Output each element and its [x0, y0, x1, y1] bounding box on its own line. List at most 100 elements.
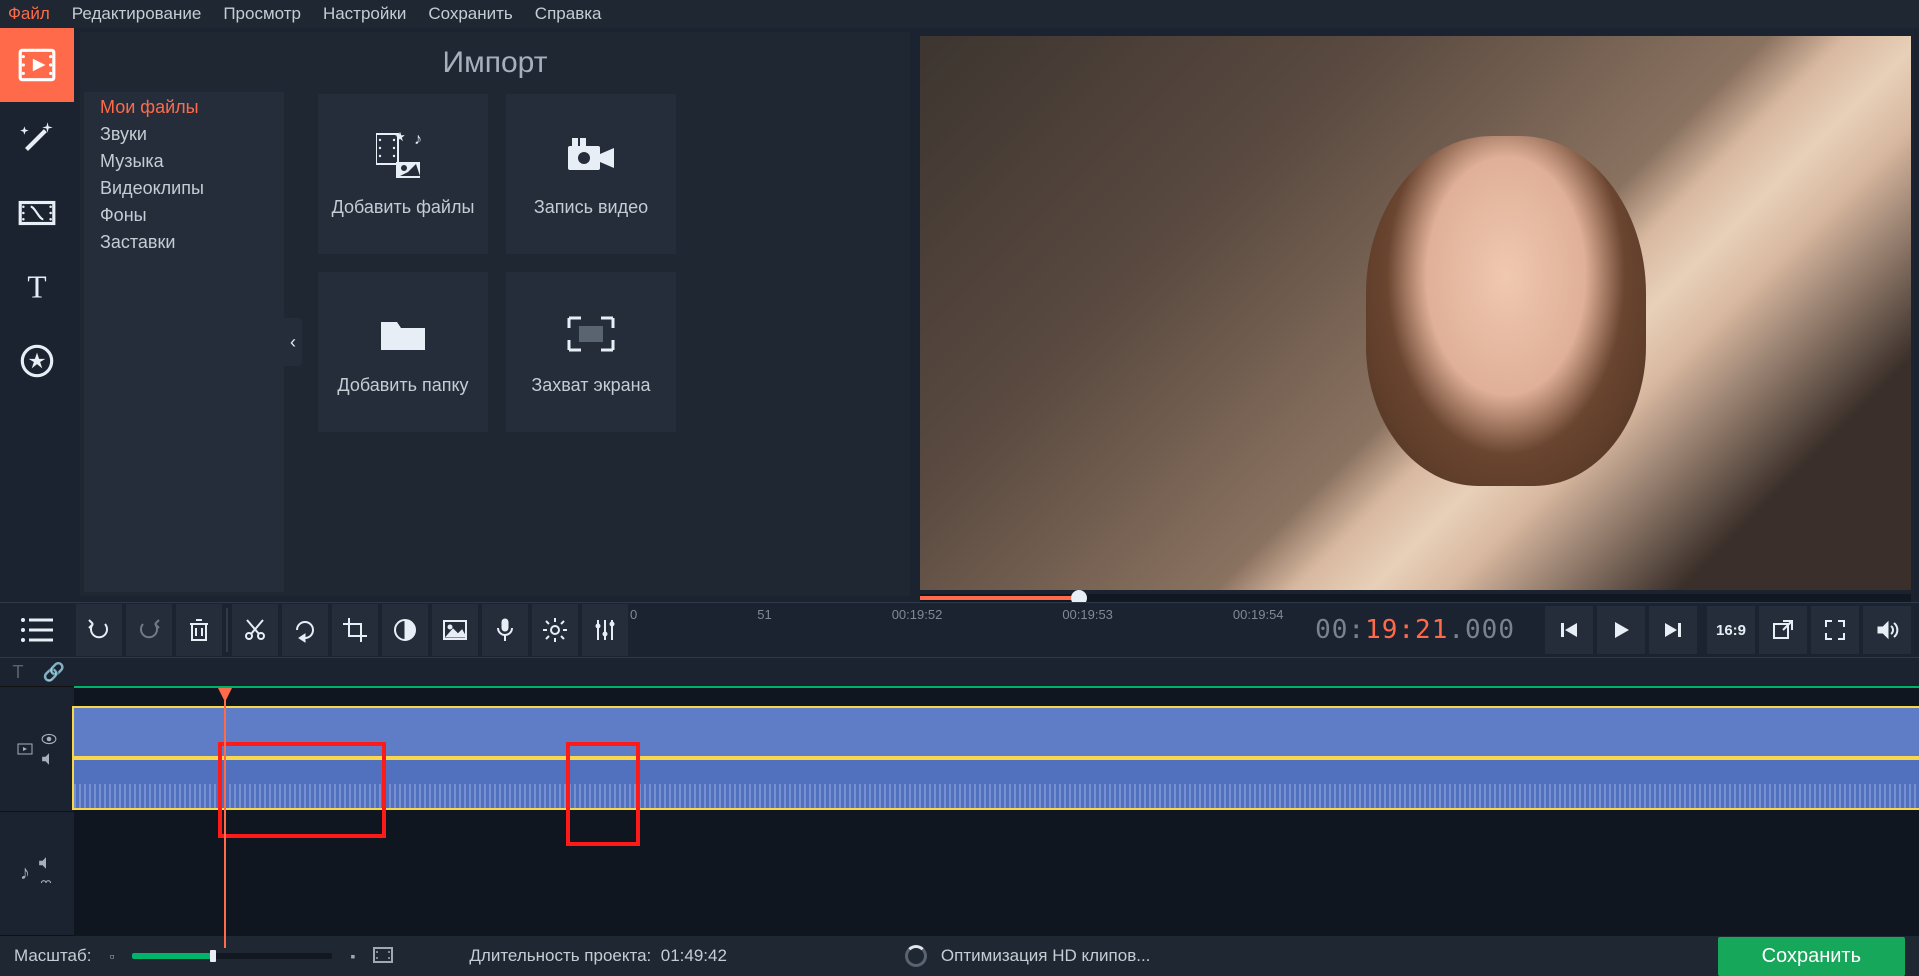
popout-button[interactable] [1759, 606, 1807, 654]
ruler-tick: 00:19:53 [1062, 607, 1113, 622]
sidebar-item-myfiles[interactable]: Мои файлы [84, 94, 284, 121]
color-button[interactable] [382, 604, 428, 656]
zoom-slider[interactable] [132, 953, 332, 959]
delete-button[interactable] [176, 604, 222, 656]
audio-track-head[interactable]: ♪ [0, 812, 74, 937]
zoom-fit-icon[interactable] [373, 947, 393, 966]
crop-icon [341, 616, 369, 644]
volume-button[interactable] [1863, 606, 1911, 654]
sidebar-item-music[interactable]: Музыка [84, 148, 284, 175]
settings-clip-button[interactable] [532, 604, 578, 656]
ruler-tick: 00:19:54 [1233, 607, 1284, 622]
import-panel: Импорт Мои файлы Звуки Музыка Видеоклипы… [80, 32, 910, 596]
tool-import[interactable] [0, 28, 74, 102]
card-add-folder[interactable]: Добавить папку [318, 272, 488, 432]
speaker-icon[interactable] [41, 751, 57, 767]
preview-video[interactable] [920, 36, 1911, 590]
sidebar-item-backgrounds[interactable]: Фоны [84, 202, 284, 229]
menu-view[interactable]: Просмотр [223, 4, 301, 24]
mic-button[interactable] [482, 604, 528, 656]
ruler-tick: 51 [757, 607, 771, 622]
aspect-label: 16:9 [1716, 622, 1746, 639]
ruler-tick: 0 [630, 607, 637, 622]
timeline-toolbar: 0 51 00:19:52 00:19:53 00:19:54 00:19:55… [0, 602, 1919, 658]
annotation-box-1 [218, 742, 386, 838]
sticker-icon [16, 340, 58, 382]
undo-button[interactable] [76, 604, 122, 656]
spinner-icon [905, 945, 927, 967]
aspect-button[interactable]: 16:9 [1707, 606, 1755, 654]
image-button[interactable] [432, 604, 478, 656]
prev-button[interactable] [1545, 606, 1593, 654]
optimize-label: Оптимизация HD клипов... [941, 946, 1151, 966]
next-button[interactable] [1649, 606, 1697, 654]
menu-settings[interactable]: Настройки [323, 4, 406, 24]
import-sidebar: Мои файлы Звуки Музыка Видеоклипы Фоны З… [84, 92, 284, 592]
menu-bar: Файл Редактирование Просмотр Настройки С… [0, 0, 1919, 28]
tool-effects[interactable] [0, 102, 74, 176]
card-record-video[interactable]: Запись видео [506, 94, 676, 254]
save-button[interactable]: Сохранить [1718, 937, 1905, 976]
trash-icon [185, 616, 213, 644]
svg-text:♪: ♪ [414, 132, 422, 148]
card-add-files-label: Добавить файлы [332, 196, 475, 219]
eye-icon[interactable] [41, 731, 57, 747]
contrast-icon [391, 616, 419, 644]
menu-edit[interactable]: Редактирование [72, 4, 202, 24]
transition-icon [16, 192, 58, 234]
card-add-files[interactable]: ♪ Добавить файлы [318, 94, 488, 254]
music-note-icon: ♪ [20, 862, 30, 885]
sidebar-item-clips[interactable]: Видеоклипы [84, 175, 284, 202]
card-screen-capture-label: Захват экрана [531, 374, 650, 397]
skip-back-icon [1559, 620, 1579, 640]
tool-transitions[interactable] [0, 176, 74, 250]
tracks-canvas[interactable] [74, 686, 1919, 936]
playhead[interactable] [224, 688, 226, 948]
redo-button[interactable] [126, 604, 172, 656]
optimize-status: Оптимизация HD клипов... [905, 945, 1151, 967]
timeline-list-toggle[interactable] [0, 604, 74, 656]
rotate-button[interactable] [282, 604, 328, 656]
crop-button[interactable] [332, 604, 378, 656]
svg-text:T: T [27, 270, 46, 305]
transport-controls [1545, 606, 1697, 654]
tool-stickers[interactable] [0, 324, 74, 398]
speaker-icon[interactable] [38, 855, 54, 871]
menu-file[interactable]: Файл [8, 4, 50, 24]
link-small-icon[interactable] [38, 875, 54, 891]
import-title: Импорт [80, 32, 910, 88]
preview-seekbar[interactable] [920, 594, 1911, 602]
title-track-icon: T [0, 662, 36, 683]
cut-button[interactable] [232, 604, 278, 656]
track-link-row: T 🔗 [0, 658, 1919, 686]
play-icon [1611, 620, 1631, 640]
sidebar-collapse[interactable]: ‹ [284, 318, 302, 366]
text-icon: T [16, 266, 58, 308]
tool-titles[interactable]: T [0, 250, 74, 324]
zoom-knob[interactable] [210, 950, 216, 962]
gear-icon [541, 616, 569, 644]
folder-icon [379, 306, 427, 362]
fullscreen-button[interactable] [1811, 606, 1859, 654]
play-button[interactable] [1597, 606, 1645, 654]
zoom-in-icon[interactable]: ▪ [350, 948, 355, 964]
menu-save[interactable]: Сохранить [428, 4, 512, 24]
scissors-icon [241, 616, 269, 644]
card-screen-capture[interactable]: Захват экрана [506, 272, 676, 432]
sidebar-item-sounds[interactable]: Звуки [84, 121, 284, 148]
add-files-icon: ♪ [376, 128, 430, 184]
redo-icon [135, 616, 163, 644]
timeline-ruler[interactable]: 0 51 00:19:52 00:19:53 00:19:54 00:19:55 [630, 603, 1285, 657]
menu-help[interactable]: Справка [535, 4, 602, 24]
card-record-video-label: Запись видео [534, 196, 648, 219]
sidebar-item-intros[interactable]: Заставки [84, 229, 284, 256]
zoom-out-icon[interactable]: ▫ [109, 948, 114, 964]
magic-wand-icon [16, 118, 58, 160]
seekbar-fill [920, 596, 1079, 600]
link-icon[interactable]: 🔗 [36, 662, 72, 683]
project-length: Длительность проекта: 01:49:42 [469, 946, 727, 966]
film-icon [16, 44, 58, 86]
sliders-icon [591, 616, 619, 644]
equalizer-button[interactable] [582, 604, 628, 656]
video-track-head[interactable] [0, 687, 74, 812]
